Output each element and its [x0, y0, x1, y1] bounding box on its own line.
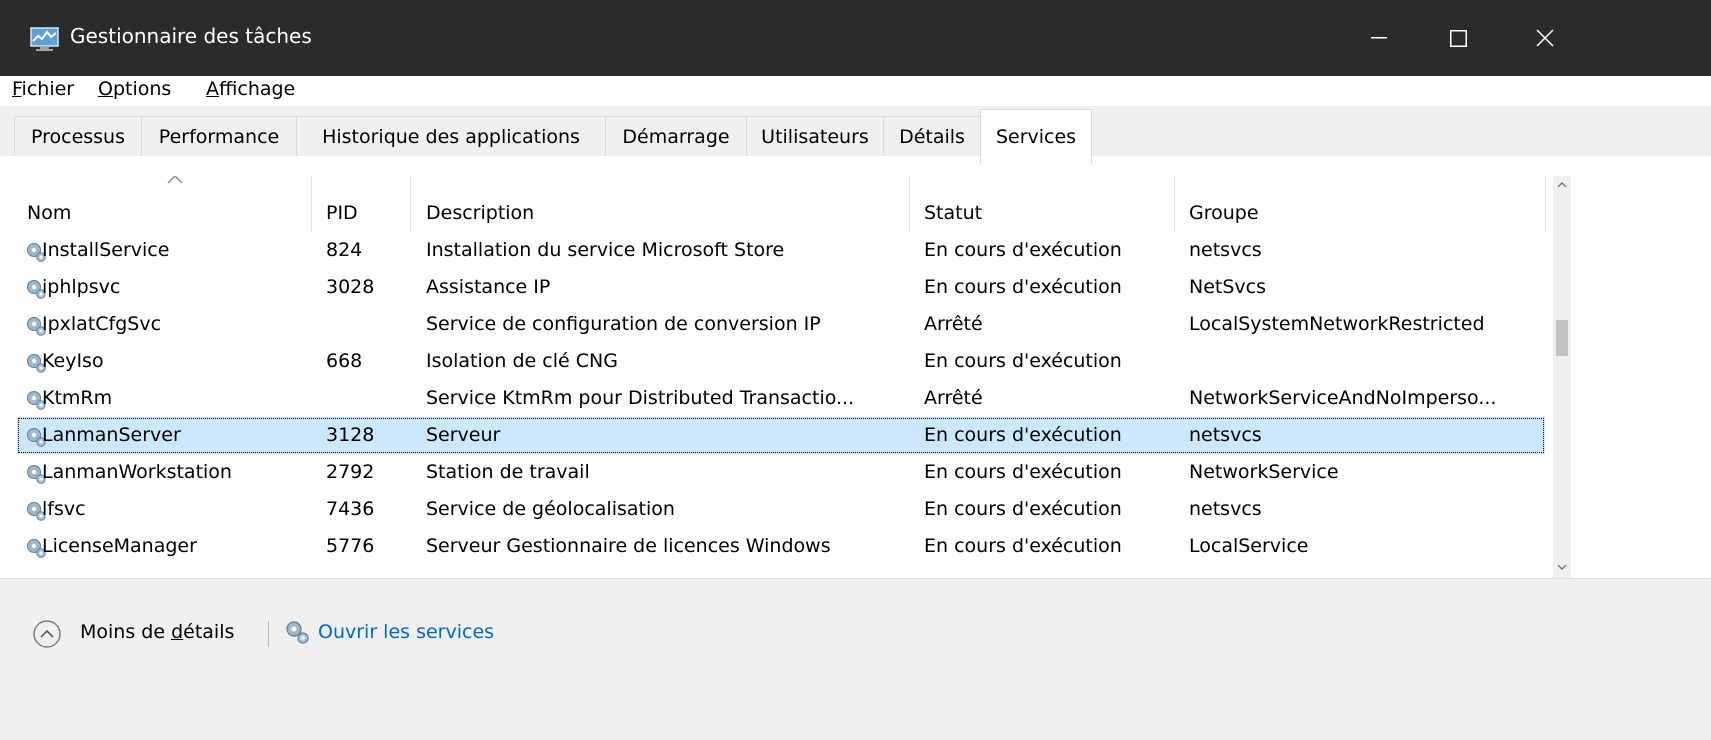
cell-status: Arrêté: [924, 313, 983, 335]
maximize-button[interactable]: [1423, 0, 1493, 76]
cell-pid: 3128: [326, 424, 375, 446]
table-row[interactable]: LicenseManager 5776 Serveur Gestionnaire d…: [17, 528, 1545, 565]
cell-status: En cours d'exécution: [924, 535, 1122, 557]
cell-group: LocalSystemNetworkRestricted: [1189, 313, 1485, 335]
table-row[interactable]: IpxlatCfgSvc Service de configuration de …: [17, 306, 1545, 343]
cell-group: netsvcs: [1189, 498, 1262, 520]
window-title: Gestionnaire des tâches: [70, 24, 312, 48]
cell-pid: 5776: [326, 535, 375, 557]
cell-pid: 7436: [326, 498, 375, 520]
table-row[interactable]: KeyIso 668 Isolation de clé CNG En cours d'…: [17, 343, 1545, 380]
cell-name: lfsvc: [42, 498, 86, 520]
tab-services[interactable]: Services: [980, 109, 1092, 163]
cell-description: Serveur: [426, 424, 501, 446]
cell-name: LanmanServer: [42, 424, 181, 446]
close-icon: [1536, 29, 1554, 47]
cell-group: NetworkServiceAndNoImperso...: [1189, 387, 1497, 409]
chevron-up-circle-icon[interactable]: [32, 619, 62, 649]
cell-name: KtmRm: [42, 387, 113, 409]
cell-pid: 3028: [326, 276, 375, 298]
title-bar[interactable]: Gestionnaire des tâches: [0, 0, 1711, 76]
cell-status: En cours d'exécution: [924, 498, 1122, 520]
footer-bar: Moins de détails Ouvrir les services: [0, 578, 1711, 740]
cell-pid: 2792: [326, 461, 375, 483]
task-manager-icon: [30, 27, 59, 51]
cell-name: LicenseManager: [42, 535, 197, 557]
table-row[interactable]: KtmRm Service KtmRm pour Distributed Tran…: [17, 380, 1545, 417]
cell-group: LocalService: [1189, 535, 1309, 557]
footer-separator: [268, 621, 269, 647]
menu-bar: Fichier Options Affichage: [0, 76, 1711, 106]
cell-status: Arrêté: [924, 387, 983, 409]
cell-description: Service KtmRm pour Distributed Transacti…: [426, 387, 855, 409]
cell-description: Service de géolocalisation: [426, 498, 675, 520]
cell-status: En cours d'exécution: [924, 350, 1122, 372]
cell-status: En cours d'exécution: [924, 424, 1122, 446]
cell-description: Isolation de clé CNG: [426, 350, 618, 372]
services-gear-icon: [286, 621, 309, 644]
menu-affichage[interactable]: Affichage: [206, 78, 295, 100]
minimize-icon: [1371, 37, 1387, 39]
menu-options-accel: O: [98, 78, 113, 100]
column-divider: [410, 176, 411, 232]
table-row[interactable]: lfsvc 7436 Service de géolocalisation En co…: [17, 491, 1545, 528]
scroll-thumb[interactable]: [1556, 320, 1568, 356]
column-divider: [1545, 176, 1546, 232]
menu-options[interactable]: Options: [98, 78, 171, 100]
close-button[interactable]: [1510, 0, 1580, 76]
column-header-group[interactable]: Groupe: [1189, 176, 1539, 234]
cell-description: Service de configuration de conversion I…: [426, 313, 821, 335]
menu-fichier-accel: F: [12, 78, 22, 100]
cell-status: En cours d'exécution: [924, 239, 1122, 261]
cell-name: iphlpsvc: [42, 276, 121, 298]
table-row[interactable]: iphlpsvc 3028 Assistance IP En cours d'exéc…: [17, 269, 1545, 306]
cell-group: NetSvcs: [1189, 276, 1267, 298]
cell-name: InstallService: [42, 239, 170, 261]
tab-demarrage[interactable]: Démarrage: [605, 116, 747, 156]
table-row[interactable]: InstallService 824 Installation du service…: [17, 232, 1545, 269]
open-services-link[interactable]: Ouvrir les services: [318, 621, 494, 643]
cell-group: netsvcs: [1189, 424, 1262, 446]
content-top-spacer: [0, 156, 1711, 176]
maximize-icon: [1449, 29, 1467, 47]
menu-fichier[interactable]: Fichier: [12, 78, 74, 100]
cell-name: IpxlatCfgSvc: [42, 313, 162, 335]
tab-utilisateurs[interactable]: Utilisateurs: [746, 116, 884, 156]
vertical-scrollbar[interactable]: [1553, 176, 1571, 578]
scroll-up-icon[interactable]: [1557, 182, 1567, 188]
cell-pid: 824: [326, 239, 363, 261]
services-table: Nom PID Description Statut Groupe Instal…: [0, 176, 1711, 578]
column-header-name[interactable]: Nom: [27, 176, 307, 234]
column-divider: [909, 176, 910, 232]
column-header-status[interactable]: Statut: [924, 176, 1164, 234]
tab-bar: Processus Performance Historique des app…: [0, 106, 1711, 163]
cell-description: Station de travail: [426, 461, 590, 483]
menu-affichage-accel: A: [206, 78, 219, 100]
tab-performance[interactable]: Performance: [141, 116, 297, 156]
cell-description: Serveur Gestionnaire de licences Windows: [426, 535, 831, 557]
cell-status: En cours d'exécution: [924, 276, 1122, 298]
cell-status: En cours d'exécution: [924, 461, 1122, 483]
cell-group: netsvcs: [1189, 239, 1262, 261]
minimize-button[interactable]: [1344, 0, 1414, 76]
cell-description: Installation du service Microsoft Store: [426, 239, 785, 261]
cell-name: KeyIso: [42, 350, 104, 372]
scroll-down-icon[interactable]: [1557, 564, 1567, 570]
tab-details[interactable]: Détails: [883, 116, 981, 156]
cell-name: LanmanWorkstation: [42, 461, 232, 483]
cell-group: NetworkService: [1189, 461, 1339, 483]
column-divider: [311, 176, 312, 232]
tab-historique[interactable]: Historique des applications: [296, 116, 606, 156]
table-row[interactable]: LanmanServer 3128 Serveur En cours d'exécut…: [17, 417, 1545, 454]
column-divider: [1174, 176, 1175, 232]
table-row[interactable]: LanmanWorkstation 2792 Station de travail E…: [17, 454, 1545, 491]
column-header-pid[interactable]: PID: [326, 176, 406, 234]
cell-description: Assistance IP: [426, 276, 551, 298]
cell-pid: 668: [326, 350, 363, 372]
less-details-link[interactable]: Moins de détails: [80, 621, 234, 643]
column-header-description[interactable]: Description: [426, 176, 896, 234]
tab-processus[interactable]: Processus: [14, 116, 142, 156]
